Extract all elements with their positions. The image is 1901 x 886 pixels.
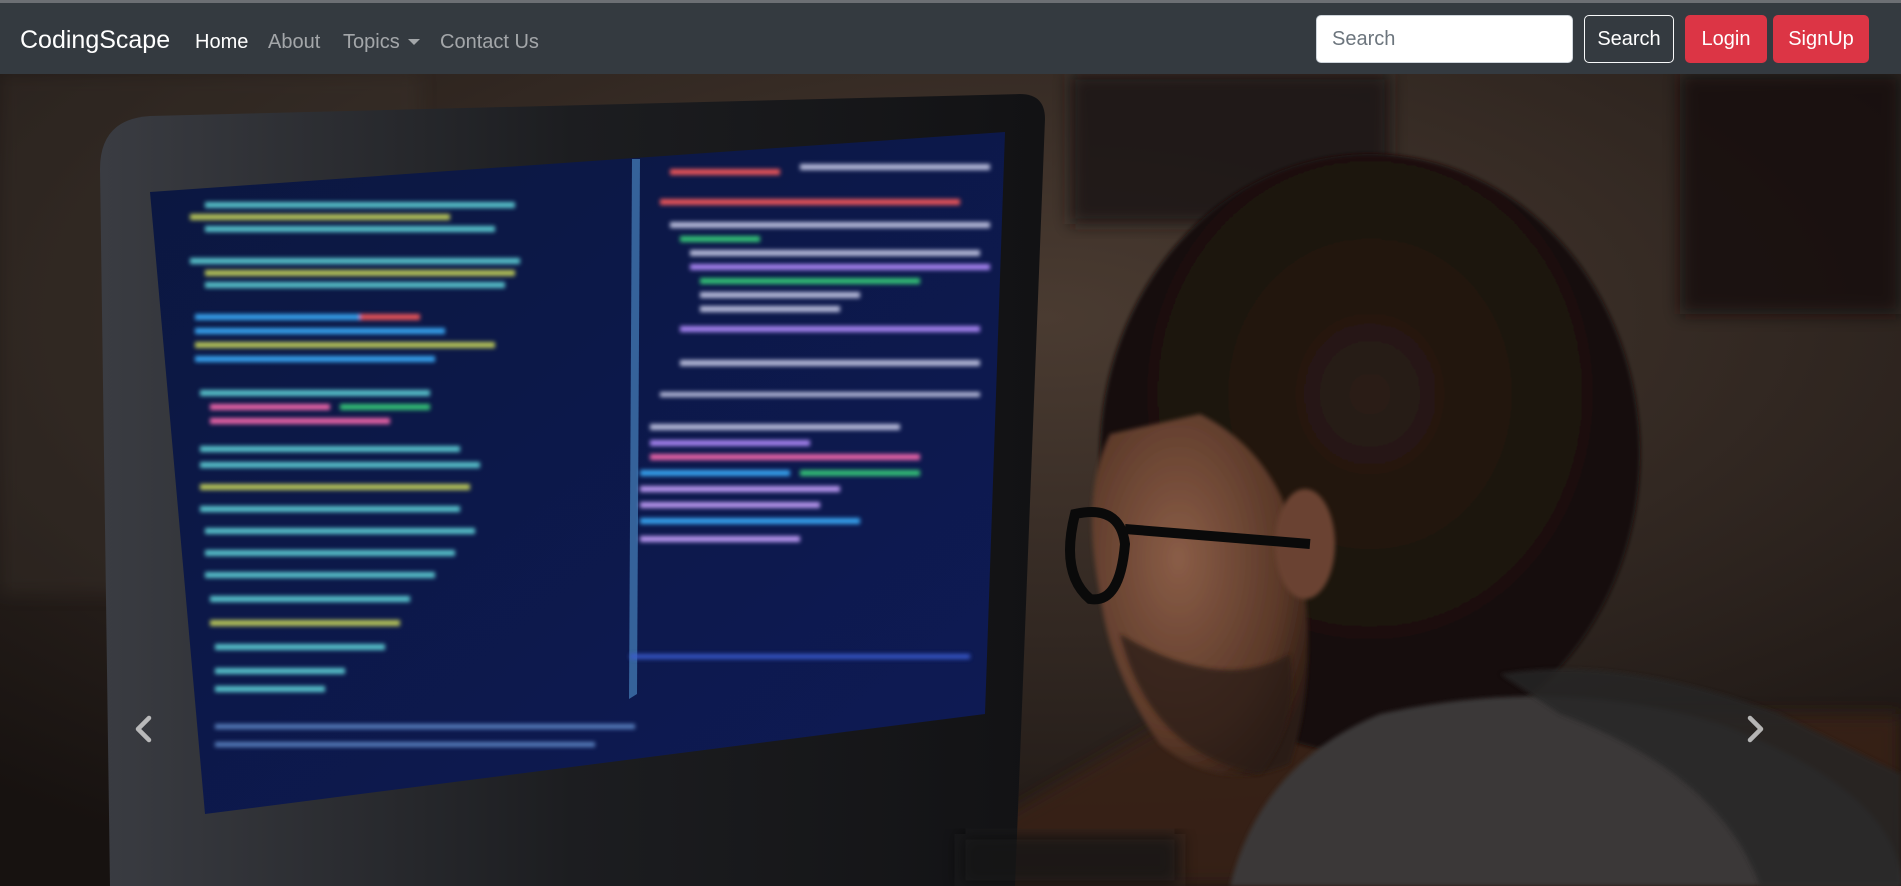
login-button[interactable]: Login [1685,15,1767,63]
hero-carousel [0,74,1901,886]
page: CodingScape Home About Topics Contact Us… [0,0,1901,886]
brand-logo[interactable]: CodingScape [20,25,170,55]
search-input[interactable] [1316,15,1573,63]
signup-button[interactable]: SignUp [1773,15,1869,63]
caret-down-icon [407,39,420,45]
chevron-left-icon [135,715,152,743]
nav-link-home[interactable]: Home [195,30,248,54]
navbar: CodingScape Home About Topics Contact Us… [0,3,1901,74]
carousel-next-button[interactable] [1726,674,1786,784]
nav-link-topics-label: Topics [343,31,400,53]
chevron-right-icon [1747,715,1764,743]
carousel-prev-button[interactable] [113,674,173,784]
hero-image [0,74,1901,886]
nav-link-topics[interactable]: Topics [343,30,420,54]
nav-link-contact[interactable]: Contact Us [440,30,539,54]
search-button[interactable]: Search [1584,15,1674,63]
nav-link-about[interactable]: About [268,30,320,54]
